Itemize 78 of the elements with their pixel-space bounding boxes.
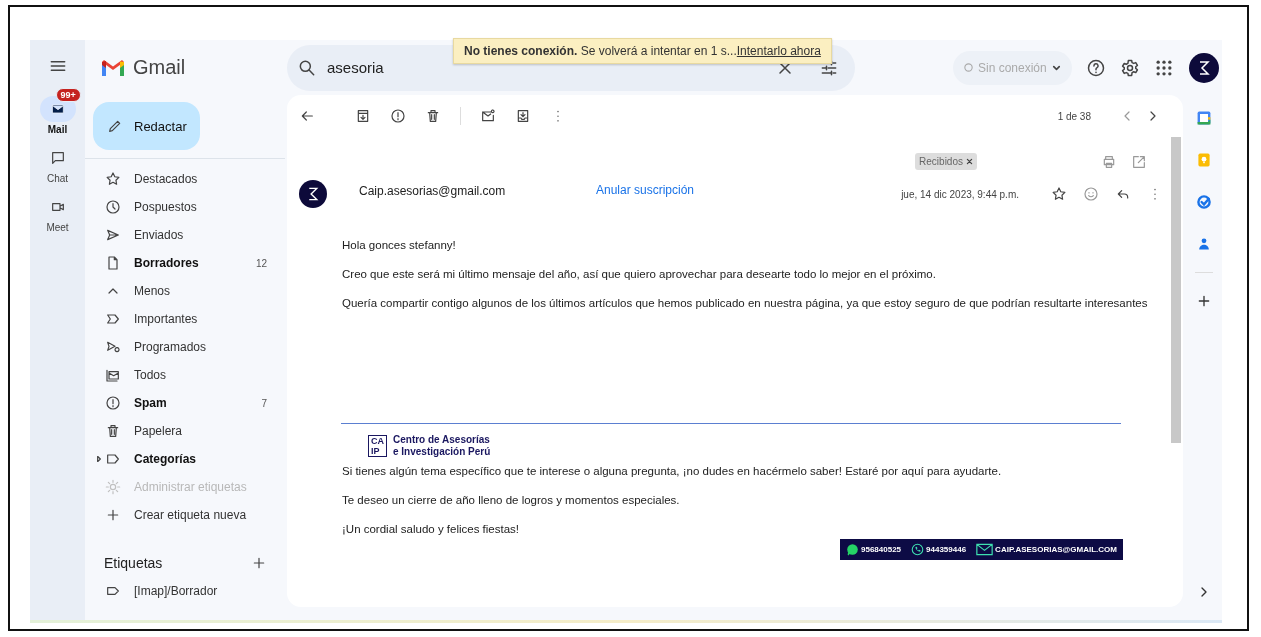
nav-item[interactable]: Papelera bbox=[85, 417, 285, 445]
star-icon[interactable] bbox=[1051, 186, 1067, 202]
back-arrow-icon[interactable] bbox=[299, 108, 315, 124]
trash-icon[interactable] bbox=[425, 108, 441, 124]
contact-text: CAIP.ASESORIAS@GMAIL.COM bbox=[995, 545, 1117, 554]
scrollbar-thumb[interactable] bbox=[1171, 137, 1181, 443]
caret-right-icon[interactable] bbox=[97, 456, 101, 462]
item-count: 12 bbox=[255, 257, 267, 269]
print-icon[interactable] bbox=[1101, 153, 1117, 170]
item-count: 7 bbox=[261, 397, 267, 409]
nav-item[interactable]: Categorías bbox=[85, 445, 285, 473]
pencil-icon bbox=[107, 118, 123, 134]
label-icon bbox=[105, 451, 121, 467]
gmail-logo-icon bbox=[101, 58, 125, 77]
close-icon[interactable] bbox=[966, 158, 973, 165]
spam-icon bbox=[105, 395, 121, 411]
scheduled-icon bbox=[105, 339, 121, 355]
message-paragraph: Si tienes algún tema específico que te interese o alguna pregunta, ¡no dudes en hacérmelo saber! Estaré por aquí para ayudarte. bbox=[342, 464, 1003, 479]
send-icon bbox=[105, 227, 121, 243]
message-paragraph: Te deseo un cierre de año lleno de logros y momentos especiales. bbox=[342, 493, 681, 508]
circle-icon bbox=[963, 62, 974, 73]
nav-item[interactable]: Todos bbox=[85, 361, 285, 389]
report-icon[interactable] bbox=[390, 108, 406, 124]
file-icon bbox=[105, 255, 121, 271]
avatar[interactable] bbox=[1188, 52, 1219, 83]
clock-icon bbox=[105, 199, 121, 215]
message-paragraph: Quería compartir contigo algunos de los últimos artículos que hemos publicado en nuestra página, ya que estoy seguro de que podrían resultarte interesantes bbox=[342, 296, 1149, 311]
important-icon bbox=[105, 311, 121, 327]
message-paragraph: Creo que este será mi último mensaje del año, así que quiero aprovechar para desearte todo lo mejor en el próximo. bbox=[342, 267, 937, 282]
emoji-icon[interactable] bbox=[1083, 186, 1099, 202]
mailbox-icon bbox=[105, 367, 121, 383]
retry-link[interactable]: Intentarlo ahora bbox=[736, 44, 821, 58]
unread-count-badge: 99+ bbox=[55, 88, 81, 102]
envelope-icon bbox=[976, 543, 994, 556]
unsubscribe-link[interactable]: Anular suscripción bbox=[596, 183, 902, 197]
contact-text: 944359446 bbox=[926, 545, 967, 554]
nav-item[interactable]: Pospuestos bbox=[85, 193, 285, 221]
rail-item[interactable]: 99+ Mail bbox=[32, 87, 83, 135]
app-name: Gmail bbox=[133, 56, 186, 79]
mail-icon bbox=[49, 101, 66, 117]
offline-toast: No tienes conexión. Se volverá a intentar en 1 s...Intentarlo ahora bbox=[453, 38, 832, 64]
chat-icon bbox=[49, 150, 66, 166]
plus-icon[interactable] bbox=[251, 555, 267, 571]
calendar-icon[interactable] bbox=[1195, 110, 1212, 126]
compose-button[interactable]: Redactar bbox=[93, 102, 200, 150]
move-icon[interactable] bbox=[515, 108, 531, 124]
nav-item[interactable]: Borradores 12 bbox=[85, 249, 285, 277]
section-heading: Etiquetas bbox=[104, 555, 163, 571]
phone-icon bbox=[911, 543, 925, 556]
archive-icon[interactable] bbox=[355, 108, 371, 124]
label-item[interactable]: [Imap]/Borrador bbox=[85, 577, 285, 605]
help-icon[interactable] bbox=[1085, 57, 1106, 78]
sender-email: Caip.asesorias@gmail.com bbox=[359, 184, 507, 198]
contact-text: 956840525 bbox=[861, 545, 902, 554]
nav-item[interactable]: Destacados bbox=[85, 165, 285, 193]
message-position: 1 de 38 bbox=[1057, 110, 1091, 122]
mail-unread-icon[interactable] bbox=[480, 108, 496, 124]
nav-item[interactable]: Importantes bbox=[85, 305, 285, 333]
nav-item[interactable]: Crear etiqueta nueva bbox=[85, 501, 285, 529]
chat-bubble-icon bbox=[846, 543, 859, 556]
trash-icon bbox=[105, 423, 121, 439]
star-icon bbox=[105, 171, 121, 187]
nav-item[interactable]: Menos bbox=[85, 277, 285, 305]
company-name: Centro de Asesorías e Investigación Perú bbox=[393, 434, 491, 458]
label-chip[interactable]: Recibidos bbox=[915, 153, 977, 170]
message-paragraph: ¡Un cordial saludo y felices fiestas! bbox=[342, 522, 521, 537]
plus-icon bbox=[105, 507, 121, 523]
rail-item[interactable]: Meet bbox=[32, 185, 83, 233]
logo-mark: CA IP bbox=[368, 435, 387, 457]
nav-item[interactable]: Enviados bbox=[85, 221, 285, 249]
avatar bbox=[299, 180, 327, 208]
nav-item[interactable]: Programados bbox=[85, 333, 285, 361]
nav-item[interactable]: Spam 7 bbox=[85, 389, 285, 417]
task-check-icon[interactable] bbox=[1195, 194, 1212, 210]
rail-item[interactable]: Chat bbox=[32, 136, 83, 184]
message-paragraph: Hola gonces stefanny! bbox=[342, 238, 457, 253]
message-date: jue, 14 dic 2023, 9:44 p.m. bbox=[901, 188, 1019, 200]
open-in-new-icon[interactable] bbox=[1131, 153, 1147, 170]
